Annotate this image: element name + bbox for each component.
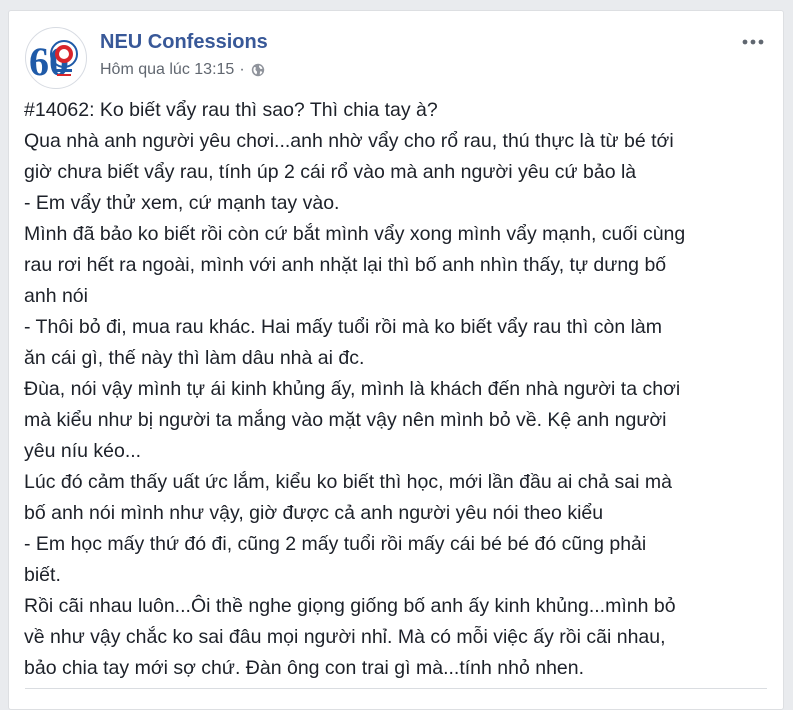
more-options-icon [742, 39, 764, 45]
globe-icon[interactable] [251, 63, 265, 77]
post-header: 60 NEU Confessions Hôm qua lúc 13:15 · [25, 27, 767, 91]
avatar[interactable]: 60 [25, 27, 87, 89]
post-text-line: Đùa, nói vậy mình tự ái kinh khủng ấy, m… [24, 378, 681, 400]
actions-divider [25, 688, 767, 689]
post-text-line: yêu níu kéo... [24, 440, 142, 462]
post-text-line: - Thôi bỏ đi, mua rau khác. Hai mấy tuổi… [24, 316, 663, 338]
post-text-line: - Em vẩy thử xem, cứ mạnh tay vào. [24, 192, 340, 214]
post-text-line: anh nói [24, 285, 88, 307]
header-text: NEU Confessions Hôm qua lúc 13:15 · [100, 29, 268, 80]
more-options-button[interactable] [739, 33, 767, 51]
post-text-line: Lúc đó cảm thấy uất ức lắm, kiểu ko biết… [24, 471, 672, 493]
post-card: 60 NEU Confessions Hôm qua lúc 13:15 · #… [8, 10, 784, 710]
post-body: #14062: Ko biết vẩy rau thì sao? Thì chi… [24, 95, 776, 684]
post-text-line: Mình đã bảo ko biết rồi còn cứ bắt mình … [24, 223, 686, 245]
post-text-line: Rồi cãi nhau luôn...Ôi thề nghe giọng gi… [24, 595, 676, 617]
page-name-link[interactable]: NEU Confessions [100, 29, 268, 55]
post-text-line: Qua nhà anh người yêu chơi...anh nhờ vẩy… [24, 130, 674, 152]
post-text-line: ăn cái gì, thế này thì làm dâu nhà ai đc… [24, 347, 365, 369]
post-text-line: biết. [24, 564, 61, 586]
post-meta: Hôm qua lúc 13:15 · [100, 60, 268, 80]
post-text-line: mà kiểu như bị người ta mắng vào mặt vậy… [24, 409, 667, 431]
post-text-line: bảo chia tay mới sợ chứ. Đàn ông con tra… [24, 657, 585, 679]
post-text-line: - Em học mấy thứ đó đi, cũng 2 mấy tuổi … [24, 533, 647, 555]
post-timestamp[interactable]: Hôm qua lúc 13:15 [100, 60, 234, 80]
meta-separator: · [239, 61, 245, 78]
post-text-line: về như vậy chắc ko sai đâu mọi người nhỉ… [24, 626, 666, 648]
post-text-line: giờ chưa biết vẩy rau, tính úp 2 cái rổ … [24, 161, 637, 183]
neu-60-logo-icon: 60 [27, 29, 85, 87]
post-text-line: bố anh nói mình như vậy, giờ được cả anh… [24, 502, 604, 524]
post-text-line: #14062: Ko biết vẩy rau thì sao? Thì chi… [24, 99, 438, 121]
post-text-line: rau rơi hết ra ngoài, mình với anh nhặt … [24, 254, 667, 276]
